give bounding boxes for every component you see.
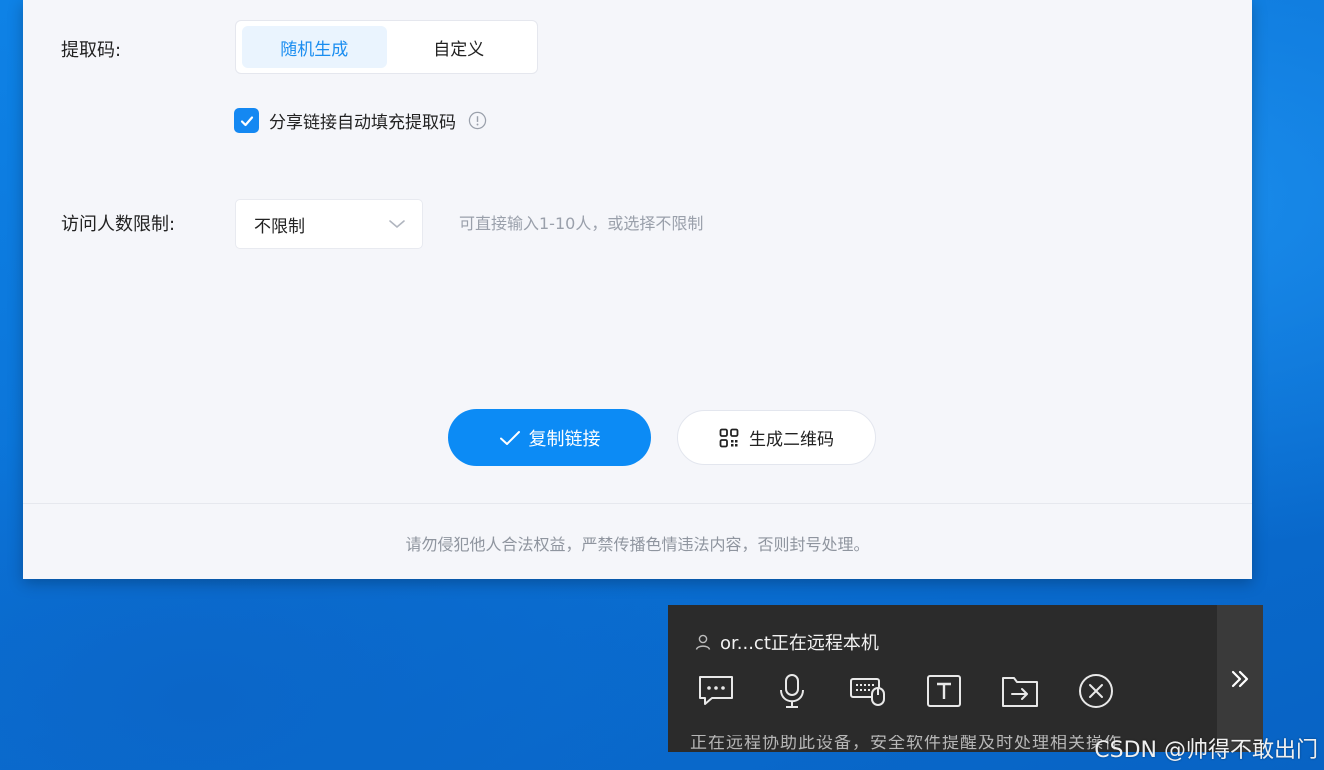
expand-toolbar-button[interactable]: [1217, 605, 1263, 752]
remote-status: or...ct正在远程本机: [694, 629, 879, 655]
qr-code-icon: [719, 428, 739, 447]
share-dialog: 提取码: 随机生成 自定义 分享链接自动填充提取码 访问人数限制: 不限制 可直…: [23, 0, 1252, 579]
generate-qr-button[interactable]: 生成二维码: [677, 410, 876, 465]
footer-notice: 请勿侵犯他人合法权益，严禁传播色情违法内容，否则封号处理。: [405, 535, 870, 554]
auto-fill-label: 分享链接自动填充提取码: [269, 113, 456, 133]
text-icon[interactable]: [920, 671, 968, 711]
visit-limit-label: 访问人数限制:: [61, 214, 176, 235]
visit-limit-hint: 可直接输入1-10人，或选择不限制: [459, 214, 704, 233]
copy-link-button[interactable]: 复制链接: [448, 409, 651, 466]
footer-divider: [23, 503, 1252, 504]
disconnect-icon[interactable]: [1072, 671, 1120, 711]
visit-limit-value: 不限制: [254, 216, 305, 237]
option-custom[interactable]: 自定义: [387, 26, 532, 68]
copy-link-label: 复制链接: [528, 428, 601, 450]
remote-tools: [692, 671, 1120, 711]
remote-control-toolbar: or...ct正在远程本机 正在远程协助此设备，安全软件提醒及时处理相关操作: [668, 605, 1263, 752]
option-random[interactable]: 随机生成: [242, 26, 387, 68]
auto-fill-checkbox[interactable]: [234, 108, 259, 133]
check-icon: [499, 430, 520, 445]
auto-fill-row: 分享链接自动填充提取码: [234, 108, 487, 133]
visit-limit-select[interactable]: 不限制: [235, 199, 423, 249]
generate-qr-label: 生成二维码: [749, 430, 834, 450]
remote-toolbar-main: or...ct正在远程本机 正在远程协助此设备，安全软件提醒及时处理相关操作: [668, 605, 1217, 752]
info-icon[interactable]: [468, 111, 487, 130]
file-transfer-icon[interactable]: [996, 671, 1044, 711]
checkmark-icon: [240, 115, 253, 126]
extract-code-segmented-control: 随机生成 自定义: [235, 20, 538, 74]
csdn-watermark: CSDN @帅得不敢出门: [1094, 738, 1318, 763]
user-icon: [695, 634, 711, 650]
chat-icon[interactable]: [692, 671, 740, 711]
extract-code-label: 提取码:: [61, 40, 122, 61]
double-chevron-right-icon: [1231, 670, 1249, 687]
microphone-icon[interactable]: [768, 671, 816, 711]
chevron-down-icon: [389, 220, 405, 229]
keyboard-mouse-icon[interactable]: [844, 671, 892, 711]
remote-status-text: or...ct正在远程本机: [720, 633, 879, 654]
